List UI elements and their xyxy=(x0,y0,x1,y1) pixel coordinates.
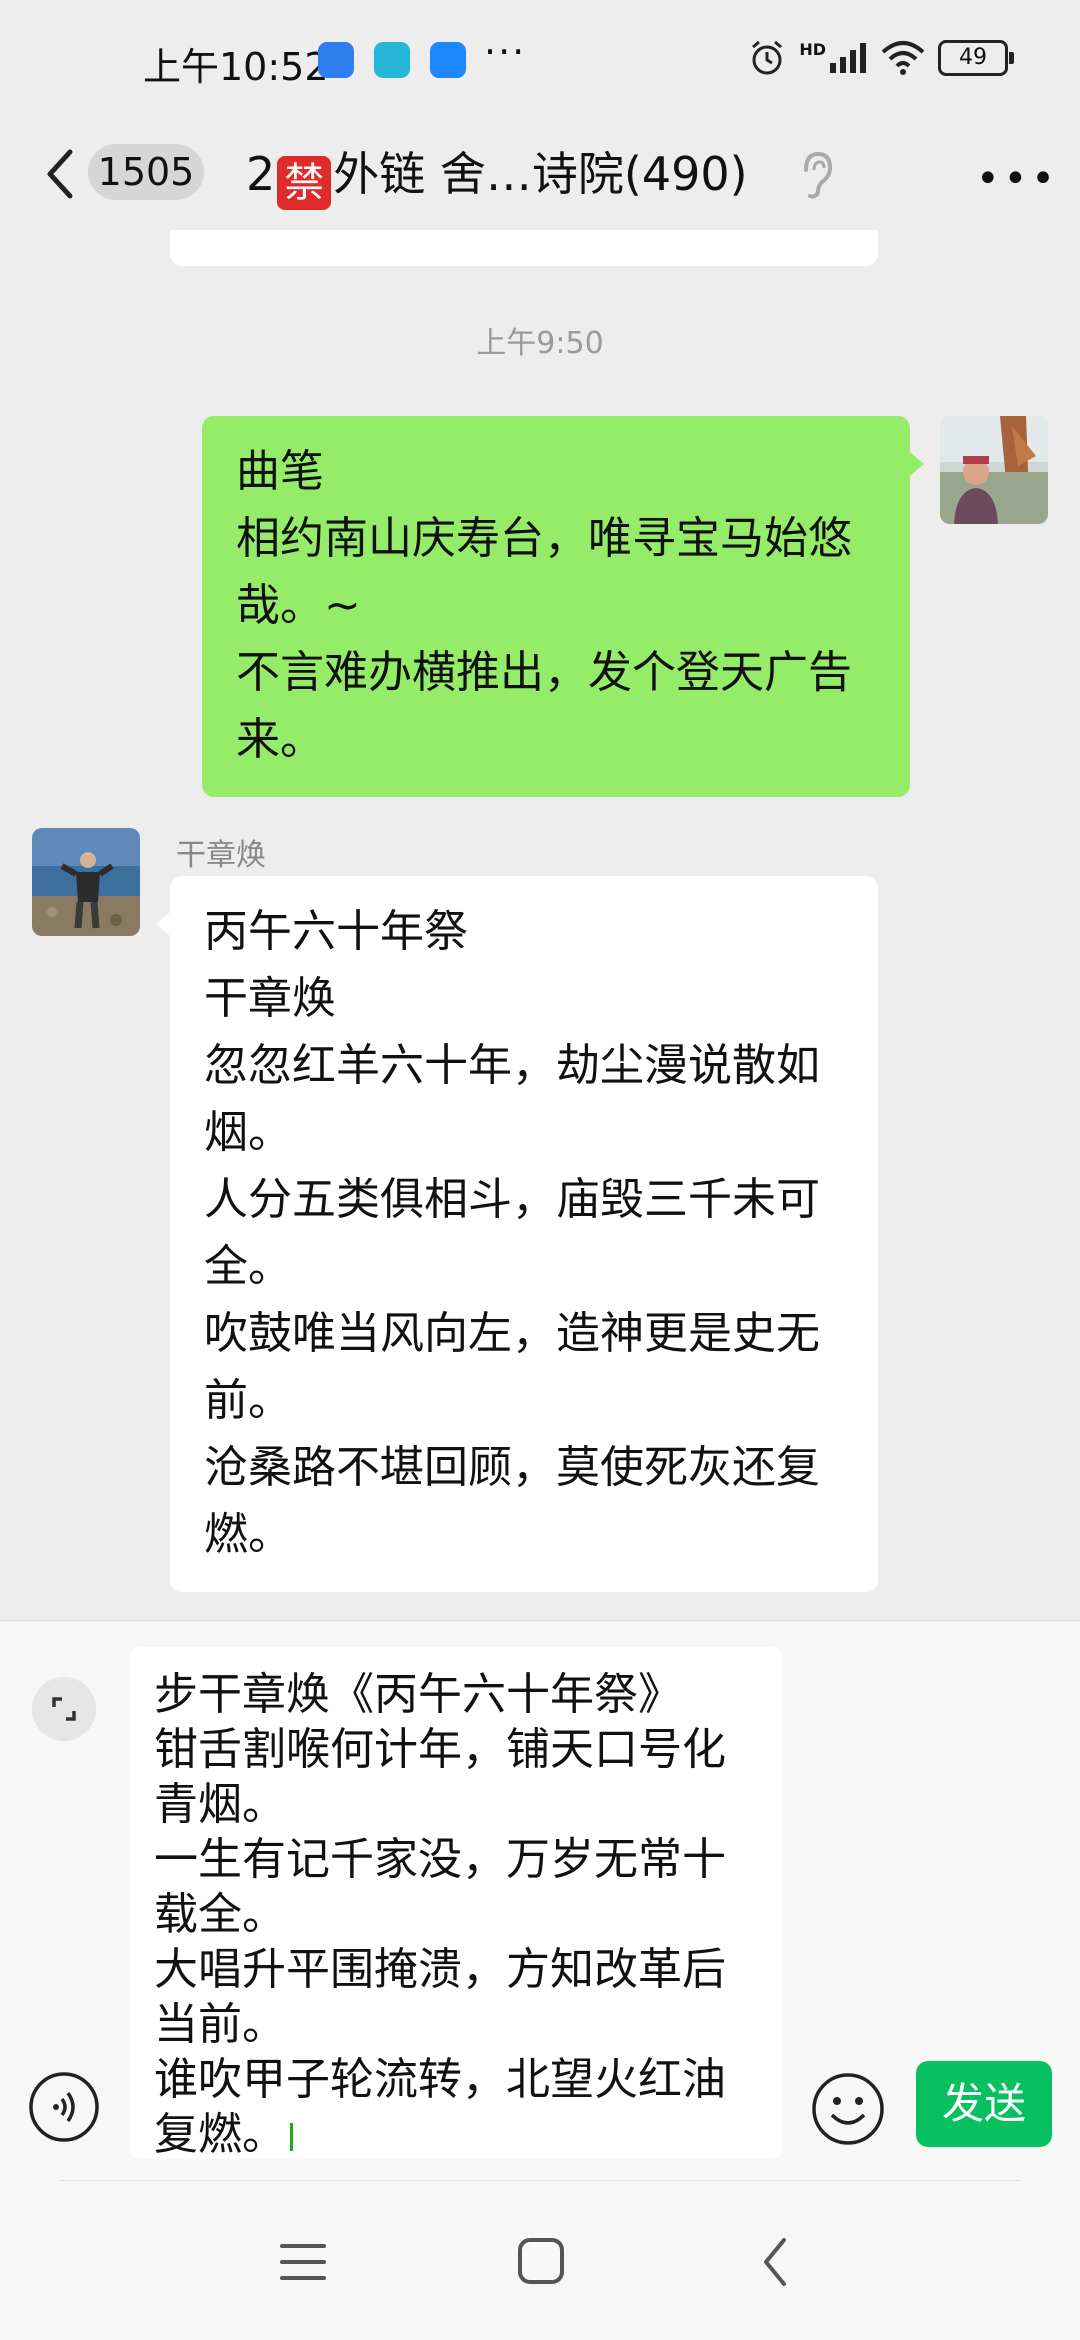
input-line: 当前。 xyxy=(154,1999,286,2050)
message-line: 燃。 xyxy=(204,1509,292,1560)
message-line: 相约南山庆寿台，唯寻宝马始悠 xyxy=(236,513,852,564)
wallet-icon xyxy=(318,42,354,78)
message-line: 沧桑路不堪回顾，莫使死灰还复 xyxy=(204,1442,820,1493)
emoji-icon[interactable] xyxy=(810,2071,886,2147)
sender-avatar[interactable] xyxy=(32,828,140,936)
message-timestamp: 上午9:50 xyxy=(476,326,604,361)
ear-icon[interactable] xyxy=(796,144,836,204)
title-prefix: 2 xyxy=(246,147,276,201)
files-app-icon xyxy=(430,42,466,78)
send-button[interactable]: 发送 xyxy=(916,2061,1052,2147)
message-line: 前。 xyxy=(204,1375,292,1426)
expand-icon[interactable] xyxy=(32,1677,96,1741)
message-line: 不言难办横推出，发个登天广告 xyxy=(236,647,852,698)
input-line: 钳舌割喉何计年，铺天口号化 xyxy=(154,1724,726,1775)
alarm-icon xyxy=(752,40,783,75)
wifi-icon xyxy=(881,41,925,75)
message-line: 烟。 xyxy=(204,1107,292,1158)
ban-emoji-badge: 禁 xyxy=(277,156,332,210)
status-right-group: HD 49 xyxy=(747,38,1014,78)
message-line: 丙午六十年祭 xyxy=(204,906,468,957)
my-avatar[interactable] xyxy=(940,416,1048,524)
system-nav-bar xyxy=(0,2180,1080,2340)
input-panel: 步干章焕《丙午六十年祭》 钳舌割喉何计年，铺天口号化 青烟。 一生有记千家没，万… xyxy=(0,1620,1080,2181)
unread-badge[interactable]: 1505 xyxy=(88,144,204,200)
battery-indicator: 49 xyxy=(938,40,1014,76)
title-suffix: 外链 舍…诗院(490) xyxy=(333,147,748,201)
chevron-left-icon[interactable] xyxy=(40,144,80,204)
status-app-icons xyxy=(318,42,466,78)
input-line: 谁吹甲子轮流转，北望火红油 xyxy=(154,2054,726,2105)
previous-message-bubble[interactable] xyxy=(170,230,878,266)
message-line: 人分五类俱相斗，庙毁三千未可 xyxy=(204,1174,820,1225)
status-time: 上午10:52 xyxy=(143,45,329,89)
my-message-bubble[interactable]: 曲笔 相约南山庆寿台，唯寻宝马始悠 哉。~ 不言难办横推出，发个登天广告 来。 xyxy=(202,416,924,797)
signal-icon xyxy=(830,43,866,73)
back-icon[interactable] xyxy=(760,2236,790,2288)
chat-title[interactable]: 2 禁外链 舍…诗院(490) xyxy=(246,138,748,210)
received-message-bubble[interactable]: 丙午六十年祭 干章焕 忽忽红羊六十年，劫尘漫说散如 烟。 人分五类俱相斗，庙毁三… xyxy=(156,876,878,1592)
hd-label: HD xyxy=(799,39,826,59)
text-cursor xyxy=(290,2123,293,2151)
location-app-icon xyxy=(374,42,410,78)
menu-icon[interactable] xyxy=(278,2240,328,2284)
message-line: 干章焕 xyxy=(204,973,336,1024)
home-icon[interactable] xyxy=(516,2236,566,2286)
message-line: 忽忽红羊六十年，劫尘漫说散如 xyxy=(204,1040,820,1091)
message-line: 全。 xyxy=(204,1241,292,1292)
more-icon[interactable]: ••• xyxy=(976,156,1059,202)
status-bar: 上午10:52 ··· HD 49 xyxy=(0,0,1080,120)
message-list[interactable]: 上午9:50 曲笔 相约南山庆寿台，唯寻宝马始悠 哉。~ 不言难办横推出，发个登… xyxy=(0,230,1080,1620)
message-input[interactable]: 步干章焕《丙午六十年祭》 钳舌割喉何计年，铺天口号化 青烟。 一生有记千家没，万… xyxy=(130,1647,782,2159)
sender-name: 干章焕 xyxy=(176,838,266,873)
nav-divider xyxy=(60,2180,1020,2181)
input-line: 大唱升平围掩溃，方知改革后 xyxy=(154,1944,726,1995)
status-more-dots: ··· xyxy=(484,30,527,74)
message-line: 哉。~ xyxy=(236,580,361,631)
chat-header: 1505 2 禁外链 舍…诗院(490) ••• xyxy=(0,120,1080,231)
message-line: 来。 xyxy=(236,714,324,765)
input-line: 复燃。 xyxy=(154,2109,286,2159)
input-line: 载全。 xyxy=(154,1889,286,1940)
input-line: 步干章焕《丙午六十年祭》 xyxy=(154,1669,682,1720)
input-last-line-wrap: 复燃。 xyxy=(154,2107,758,2159)
message-line: 曲笔 xyxy=(236,446,324,497)
voice-icon[interactable] xyxy=(28,2071,100,2143)
message-line: 吹鼓唯当风向左，造神更是史无 xyxy=(204,1308,820,1359)
input-line: 青烟。 xyxy=(154,1779,286,1830)
input-line: 一生有记千家没，万岁无常十 xyxy=(154,1834,726,1885)
